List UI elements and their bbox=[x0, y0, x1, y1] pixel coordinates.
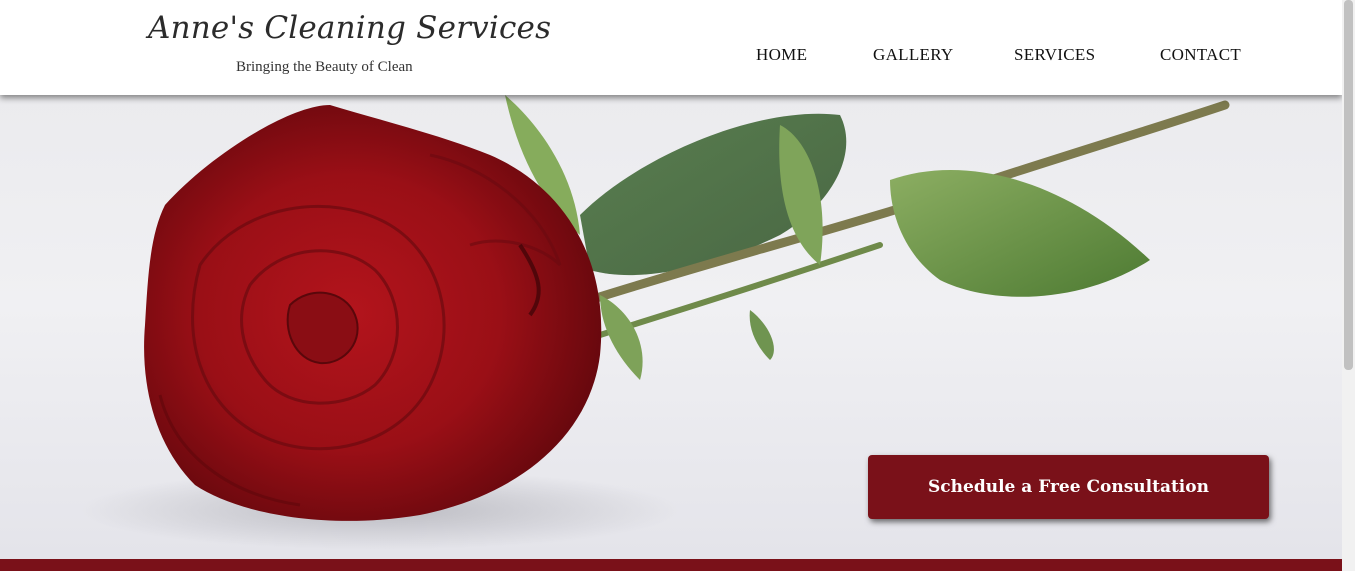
nav-services[interactable]: SERVICES bbox=[1014, 45, 1095, 65]
schedule-consultation-label: Schedule a Free Consultation bbox=[928, 477, 1209, 497]
page: Anne's Cleaning Services Bringing the Be… bbox=[0, 0, 1342, 571]
scrollbar-thumb[interactable] bbox=[1344, 0, 1353, 370]
site-logo[interactable]: Anne's Cleaning Services Bringing the Be… bbox=[148, 8, 551, 83]
nav-home[interactable]: HOME bbox=[756, 45, 807, 65]
accent-bar bbox=[0, 559, 1342, 571]
logo-tagline: Bringing the Beauty of Clean bbox=[236, 59, 413, 75]
site-header: Anne's Cleaning Services Bringing the Be… bbox=[0, 0, 1342, 95]
logo-title: Anne's Cleaning Services bbox=[148, 10, 552, 46]
schedule-consultation-button[interactable]: Schedule a Free Consultation bbox=[868, 455, 1269, 519]
nav-gallery[interactable]: GALLERY bbox=[873, 45, 953, 65]
nav-contact[interactable]: CONTACT bbox=[1160, 45, 1241, 65]
vertical-scrollbar[interactable] bbox=[1342, 0, 1355, 571]
